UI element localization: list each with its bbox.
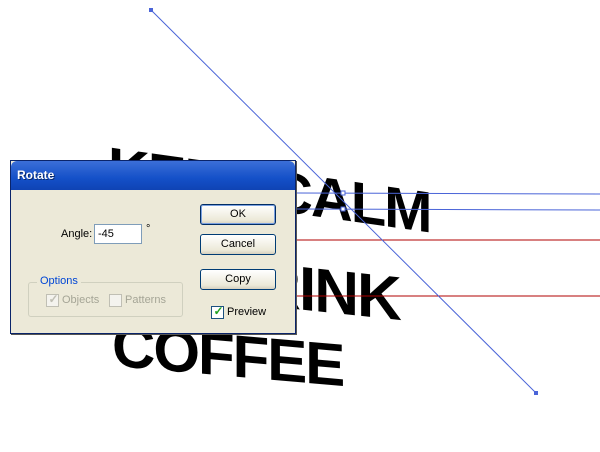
cancel-button[interactable]: Cancel xyxy=(200,234,276,255)
angle-input[interactable]: -45 xyxy=(94,224,142,244)
preview-check-icon: ✓ xyxy=(213,304,224,318)
anchor-handle-bottom[interactable] xyxy=(534,391,538,395)
dialog-title: Rotate xyxy=(17,168,55,182)
options-group: Options ✓ Objects Patterns xyxy=(28,275,183,317)
preview-label: Preview xyxy=(227,306,267,318)
ok-button[interactable]: OK xyxy=(200,204,276,225)
anchor-handle-mid-2[interactable] xyxy=(340,206,346,212)
patterns-label: Patterns xyxy=(125,294,166,306)
options-title: Options xyxy=(37,275,81,287)
angle-label: Angle: xyxy=(61,228,93,240)
objects-check-icon: ✓ xyxy=(48,292,59,306)
anchor-handle-top[interactable] xyxy=(149,8,153,12)
dialog-body: Angle: -45 ° Options ✓ Objects Patterns … xyxy=(13,190,293,331)
degree-symbol: ° xyxy=(146,223,151,235)
rotate-dialog: Rotate Angle: -45 ° Options ✓ Objects Pa… xyxy=(10,160,296,334)
objects-label: Objects xyxy=(62,294,100,306)
patterns-checkbox[interactable] xyxy=(109,294,122,307)
dialog-titlebar[interactable]: Rotate xyxy=(11,161,295,190)
copy-button[interactable]: Copy xyxy=(200,269,276,290)
objects-checkbox[interactable]: ✓ xyxy=(46,292,59,307)
anchor-handle-mid-1[interactable] xyxy=(340,190,346,196)
preview-checkbox[interactable]: ✓ xyxy=(211,304,224,319)
